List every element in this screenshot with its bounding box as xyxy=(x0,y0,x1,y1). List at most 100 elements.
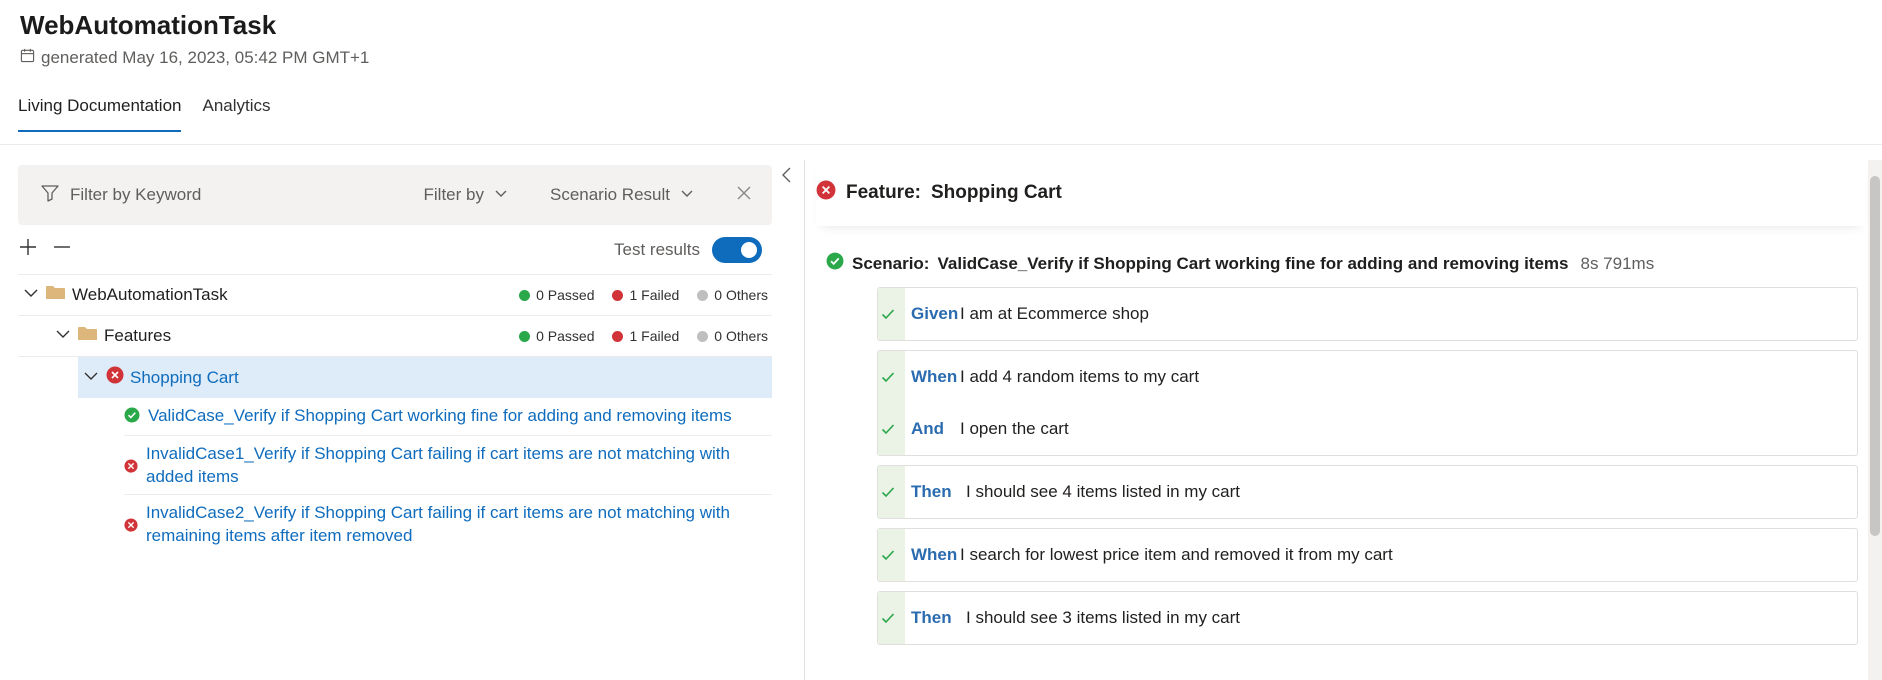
failed-dot xyxy=(612,330,624,342)
chevron-down-icon[interactable] xyxy=(24,285,38,305)
features-counts: 0 Passed 1 Failed 0 Others xyxy=(519,328,772,344)
step: Then I should see 3 items listed in my c… xyxy=(881,592,1857,644)
others-dot xyxy=(697,289,709,301)
tree-toolbar: Test results xyxy=(18,225,772,275)
scenario-result-label: Scenario Result xyxy=(549,185,670,204)
failed-count: 1 Failed xyxy=(629,287,680,303)
chevron-left-icon[interactable] xyxy=(780,165,794,190)
failed-icon xyxy=(124,456,138,479)
step-text: I search for lowest price item and remov… xyxy=(960,545,1393,564)
filter-by-label: Filter by xyxy=(423,185,484,204)
chevron-down-icon[interactable] xyxy=(84,368,98,388)
check-icon xyxy=(881,421,895,441)
step-keyword: When xyxy=(911,545,958,564)
chevron-down-icon[interactable] xyxy=(56,326,70,346)
check-icon xyxy=(881,369,895,389)
close-icon[interactable] xyxy=(736,185,752,206)
step-keyword: Then xyxy=(911,608,952,627)
step-text: I should see 4 items listed in my cart xyxy=(966,482,1241,501)
scenario-link-2[interactable]: InvalidCase1_Verify if Shopping Cart fai… xyxy=(146,442,772,488)
passed-count: 0 Passed xyxy=(536,287,595,303)
tree-row-scenario-1[interactable]: ValidCase_Verify if Shopping Cart workin… xyxy=(124,398,772,436)
passed-icon xyxy=(826,252,844,275)
step-text: I open the cart xyxy=(960,419,1069,438)
step-text: I add 4 random items to my cart xyxy=(960,367,1200,386)
failed-dot xyxy=(612,289,624,301)
tree-label-features: Features xyxy=(104,326,172,345)
keyword-filter-placeholder: Filter by Keyword xyxy=(70,185,202,204)
folder-icon xyxy=(78,326,97,346)
minus-icon[interactable] xyxy=(52,237,72,262)
check-icon xyxy=(881,610,895,630)
test-results-label: Test results xyxy=(614,239,700,259)
passed-icon xyxy=(124,406,140,429)
step-keyword: When xyxy=(911,367,958,386)
step-text: I am at Ecommerce shop xyxy=(960,304,1149,323)
tab-bar: Living Documentation Analytics xyxy=(18,96,271,132)
filter-icon xyxy=(40,183,60,208)
failed-icon xyxy=(124,515,138,538)
tabs-divider xyxy=(0,144,1882,145)
pane-divider[interactable] xyxy=(804,160,805,680)
root-counts: 0 Passed 1 Failed 0 Others xyxy=(519,287,772,303)
others-count: 0 Others xyxy=(714,287,768,303)
others-count: 0 Others xyxy=(714,328,768,344)
tree-row-scenario-2[interactable]: InvalidCase1_Verify if Shopping Cart fai… xyxy=(124,436,772,495)
plus-icon[interactable] xyxy=(18,237,38,262)
chevron-down-icon xyxy=(494,185,508,205)
failed-icon xyxy=(106,366,124,389)
generated-line: generated May 16, 2023, 05:42 PM GMT+1 xyxy=(20,48,369,68)
folder-icon xyxy=(46,285,65,305)
scenario-link-3[interactable]: InvalidCase2_Verify if Shopping Cart fai… xyxy=(146,501,772,547)
scenario-result-dropdown[interactable]: Scenario Result xyxy=(550,185,694,205)
others-dot xyxy=(697,330,709,342)
filter-by-dropdown[interactable]: Filter by xyxy=(424,185,508,205)
app-title: WebAutomationTask xyxy=(20,10,277,40)
feature-name: Shopping Cart xyxy=(930,182,1062,203)
tree-label-root: WebAutomationTask xyxy=(72,285,228,304)
feature-prefix: Feature: xyxy=(846,182,921,203)
scenario-header: Scenario: ValidCase_Verify if Shopping C… xyxy=(826,252,1866,275)
tree-row-scenario-3[interactable]: InvalidCase2_Verify if Shopping Cart fai… xyxy=(124,495,772,553)
filter-bar: Filter by Keyword Filter by Scenario Res… xyxy=(18,165,772,225)
scenario-prefix: Scenario: xyxy=(852,253,930,273)
passed-count: 0 Passed xyxy=(536,328,595,344)
step: And I open the cart xyxy=(881,403,1857,455)
tree-row-shopping-cart[interactable]: Shopping Cart xyxy=(78,357,772,398)
tree-row-features[interactable]: Features 0 Passed 1 Failed 0 Others xyxy=(18,316,772,357)
check-icon xyxy=(881,484,895,504)
tab-living-documentation[interactable]: Living Documentation xyxy=(18,96,182,132)
step-text: I should see 3 items listed in my cart xyxy=(966,608,1241,627)
check-icon xyxy=(881,547,895,567)
tab-analytics[interactable]: Analytics xyxy=(202,96,270,132)
passed-dot xyxy=(519,289,531,301)
tree-row-root[interactable]: WebAutomationTask 0 Passed 1 Failed 0 Ot… xyxy=(18,275,772,316)
feature-header: Feature: Shopping Cart xyxy=(816,160,1866,226)
test-results-toggle[interactable] xyxy=(712,236,762,263)
left-pane: Filter by Keyword Filter by Scenario Res… xyxy=(18,165,772,553)
detail-pane: Feature: Shopping Cart Scenario: ValidCa… xyxy=(816,160,1866,654)
scenario-name: ValidCase_Verify if Shopping Cart workin… xyxy=(937,253,1569,273)
calendar-icon xyxy=(20,48,35,68)
tree-label-shopping-cart[interactable]: Shopping Cart xyxy=(130,368,239,388)
page-header: WebAutomationTask generated May 16, 2023… xyxy=(20,8,369,68)
scenario-duration: 8s 791ms xyxy=(1580,253,1655,273)
detail-scroll-thumb[interactable] xyxy=(1870,176,1880,536)
keyword-filter[interactable]: Filter by Keyword xyxy=(40,183,424,208)
step: When I add 4 random items to my cart xyxy=(881,351,1857,403)
step-group: Given I am at Ecommerce shop xyxy=(877,287,1858,341)
step-keyword: And xyxy=(911,419,945,438)
chevron-down-icon xyxy=(680,185,694,205)
step-group: When I add 4 random items to my cart And… xyxy=(877,350,1858,456)
passed-dot xyxy=(519,330,531,342)
step-keyword: Given xyxy=(911,304,959,323)
scenario-link-1[interactable]: ValidCase_Verify if Shopping Cart workin… xyxy=(148,404,732,427)
check-icon xyxy=(881,306,895,326)
step-group: When I search for lowest price item and … xyxy=(877,528,1858,582)
step: Given I am at Ecommerce shop xyxy=(881,288,1857,340)
generated-text: generated May 16, 2023, 05:42 PM GMT+1 xyxy=(41,48,370,67)
step-group: Then I should see 4 items listed in my c… xyxy=(877,465,1858,519)
step: When I search for lowest price item and … xyxy=(881,529,1857,581)
step: Then I should see 4 items listed in my c… xyxy=(881,466,1857,518)
step-keyword: Then xyxy=(911,482,952,501)
